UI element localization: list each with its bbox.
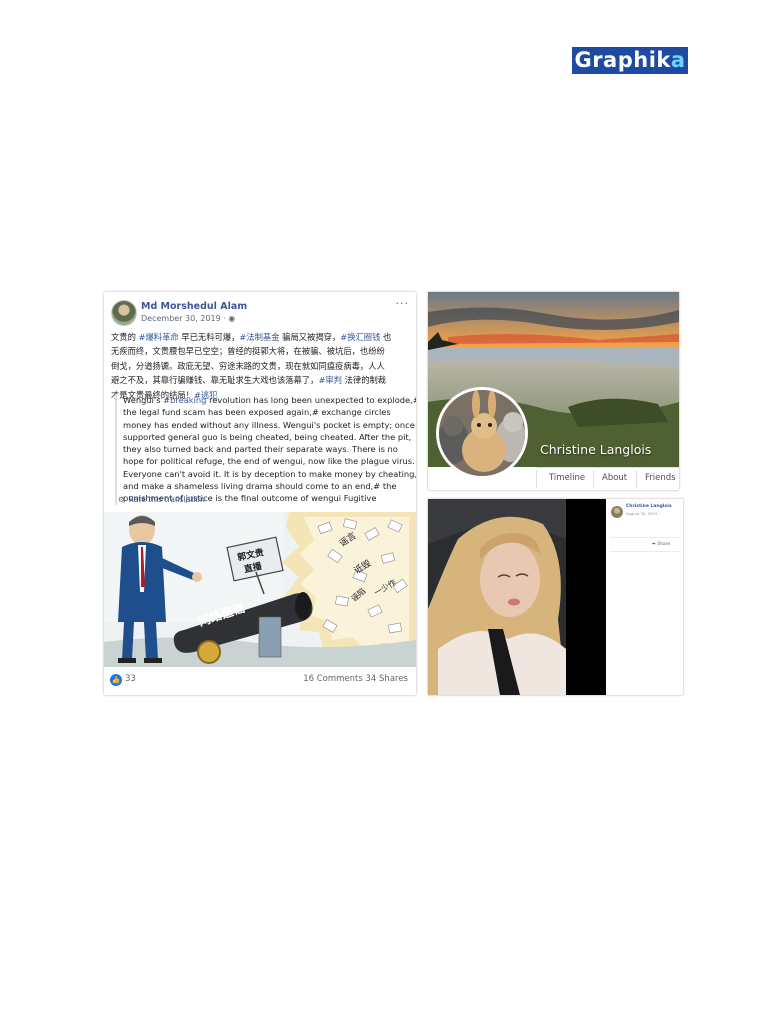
more-options-icon[interactable]: ··· — [396, 297, 410, 310]
like-icon[interactable]: 👍 — [110, 674, 122, 686]
post-date[interactable]: December 30, 2019 · ◉ — [141, 314, 235, 323]
gear-icon: ⚙ — [118, 495, 125, 504]
nav-divider — [536, 470, 537, 488]
tab-friends[interactable]: Friends — [645, 473, 676, 483]
tab-about[interactable]: About — [602, 473, 627, 483]
author-name[interactable]: Md Morshedul Alam — [141, 301, 247, 312]
post-text-line: 文贵的 #爆料革命 早已无料可爆，#法制基金 骗局又被揭穿，#换汇圈钱 也 — [111, 330, 409, 344]
post-text-segment: 倒戈，分道扬镳。政庇无望、穷途末路的文贵，现在就如同瘟疫病毒，人人 — [111, 360, 385, 371]
post-text-line: 无疾而终，文贵腰包早已空空；曾经的挺郭大将，在被骗、被坑后，也纷纷 — [111, 344, 409, 358]
translation-line: Wengui's #breaking revolution has long b… — [123, 394, 416, 406]
rabbit-cats-photo — [439, 390, 525, 476]
translation-line: supported general guo is being cheated, … — [123, 431, 415, 443]
translation-segment: they also turned back and parted their s… — [123, 444, 398, 455]
hashtag-link[interactable]: #审判 — [318, 375, 342, 385]
hashtag-link[interactable]: #换汇圈钱 — [340, 332, 380, 342]
translation-segment: supported general guo is being cheated, … — [123, 431, 412, 442]
divider — [610, 551, 679, 552]
profile-name[interactable]: Christine Langlois — [540, 442, 651, 457]
mini-avatar[interactable] — [611, 506, 623, 518]
post-footer: 👍 33 16 Comments 34 Shares — [104, 670, 416, 695]
rate-translation-link[interactable]: ⚙ Rate this translation — [118, 495, 205, 504]
post-text-line: 倒戈，分道扬镳。政庇无望、穷途末路的文贵，现在就如同瘟疫病毒，人人 — [111, 359, 409, 373]
mini-post-date[interactable]: August 30, 2019 · — [626, 511, 660, 516]
post-text-segment: 法律的制裁 — [341, 375, 387, 386]
profile-cover: Christine Langlois Timeline About Friend… — [428, 292, 679, 490]
photo-letterbox — [566, 499, 606, 695]
post-text-line: 避之不及，其靠行骗赚钱、靠无耻求生大戏也该落幕了，#审判 法律的制裁 — [111, 373, 409, 387]
post-text-segment: 早已无料可爆， — [178, 332, 240, 342]
post-text-segment: 无疾而终，文贵腰包早已空空；曾经的挺郭大将，在被骗、被坑后，也纷纷 — [111, 346, 385, 357]
logo-main: Graphik — [574, 48, 671, 72]
translation-line: the legal fund scam has been exposed aga… — [123, 406, 415, 418]
post-header: Md Morshedul Alam December 30, 2019 · ◉ … — [111, 297, 410, 328]
author-avatar[interactable] — [111, 300, 137, 326]
translation-segment: Wengui's — [123, 395, 164, 405]
hashtag-link[interactable]: #breaking — [163, 395, 206, 405]
translation-segment: the legal fund scam has been exposed aga… — [123, 407, 391, 418]
like-count[interactable]: 33 — [125, 674, 136, 684]
post-text-segment: 骗局又被揭穿， — [279, 332, 341, 342]
graphika-logo: Graphika — [572, 47, 688, 74]
profile-nav: Timeline About Friends — [536, 467, 679, 490]
translation-segment: money has ended without any illness. Wen… — [123, 419, 415, 430]
rate-translation-label: Rate this translation — [128, 495, 205, 504]
facebook-post: Md Morshedul Alam December 30, 2019 · ◉ … — [104, 292, 416, 695]
translated-text: Wengui's #breaking revolution has long b… — [115, 394, 416, 505]
translation-line: money has ended without any illness. Wen… — [123, 419, 415, 431]
propaganda-cartoon-image[interactable]: 谣言 诋毁 诬陷 一少作 网络造谣 郭文贵 直播 — [104, 512, 416, 667]
post-date-text: December 30, 2019 · — [141, 314, 229, 323]
translation-line: hope for political refuge, the end of we… — [123, 455, 415, 467]
selfie-photo[interactable] — [428, 499, 566, 695]
tab-timeline[interactable]: Timeline — [549, 473, 585, 483]
photo-sidebar: Christine Langlois August 30, 2019 · ➦ S… — [606, 499, 683, 695]
hashtag-link[interactable]: #爆料革命 — [139, 332, 179, 342]
logo-accent: a — [670, 48, 686, 72]
share-label: Share — [657, 542, 671, 547]
globe-icon: ◉ — [228, 314, 236, 323]
translation-segment: and make a shameless living drama should… — [123, 481, 397, 492]
photo-post: Christine Langlois August 30, 2019 · ➦ S… — [428, 499, 683, 695]
post-text-segment: 也 — [380, 332, 392, 342]
nav-divider — [636, 470, 637, 488]
share-button[interactable]: ➦ Share — [652, 542, 670, 547]
translation-line: they also turned back and parted their s… — [123, 443, 415, 455]
divider — [610, 537, 679, 538]
logo-text: Graphika — [574, 50, 685, 71]
translation-segment: hope for political refuge, the end of we… — [123, 456, 415, 467]
translation-segment: Everyone can't avoid it. It is by decept… — [123, 468, 416, 479]
translation-line: Everyone can't avoid it. It is by decept… — [123, 468, 416, 480]
mini-author-name[interactable]: Christine Langlois — [626, 504, 672, 509]
post-text-segment: 文贵的 — [111, 332, 139, 342]
translation-segment: revolution has long been unexpected to e… — [206, 395, 416, 405]
nav-divider — [593, 470, 594, 488]
share-icon: ➦ — [652, 542, 656, 547]
hashtag-link[interactable]: #法制基金 — [239, 332, 279, 342]
post-text: 文贵的 #爆料革命 早已无料可爆，#法制基金 骗局又被揭穿，#换汇圈钱 也无疾而… — [111, 330, 409, 402]
post-text-segment: 避之不及，其靠行骗赚钱、靠无耻求生大戏也该落幕了， — [111, 375, 319, 386]
translation-line: and make a shameless living drama should… — [123, 480, 415, 492]
profile-picture[interactable] — [436, 387, 528, 479]
comments-shares[interactable]: 16 Comments 34 Shares — [303, 674, 408, 684]
